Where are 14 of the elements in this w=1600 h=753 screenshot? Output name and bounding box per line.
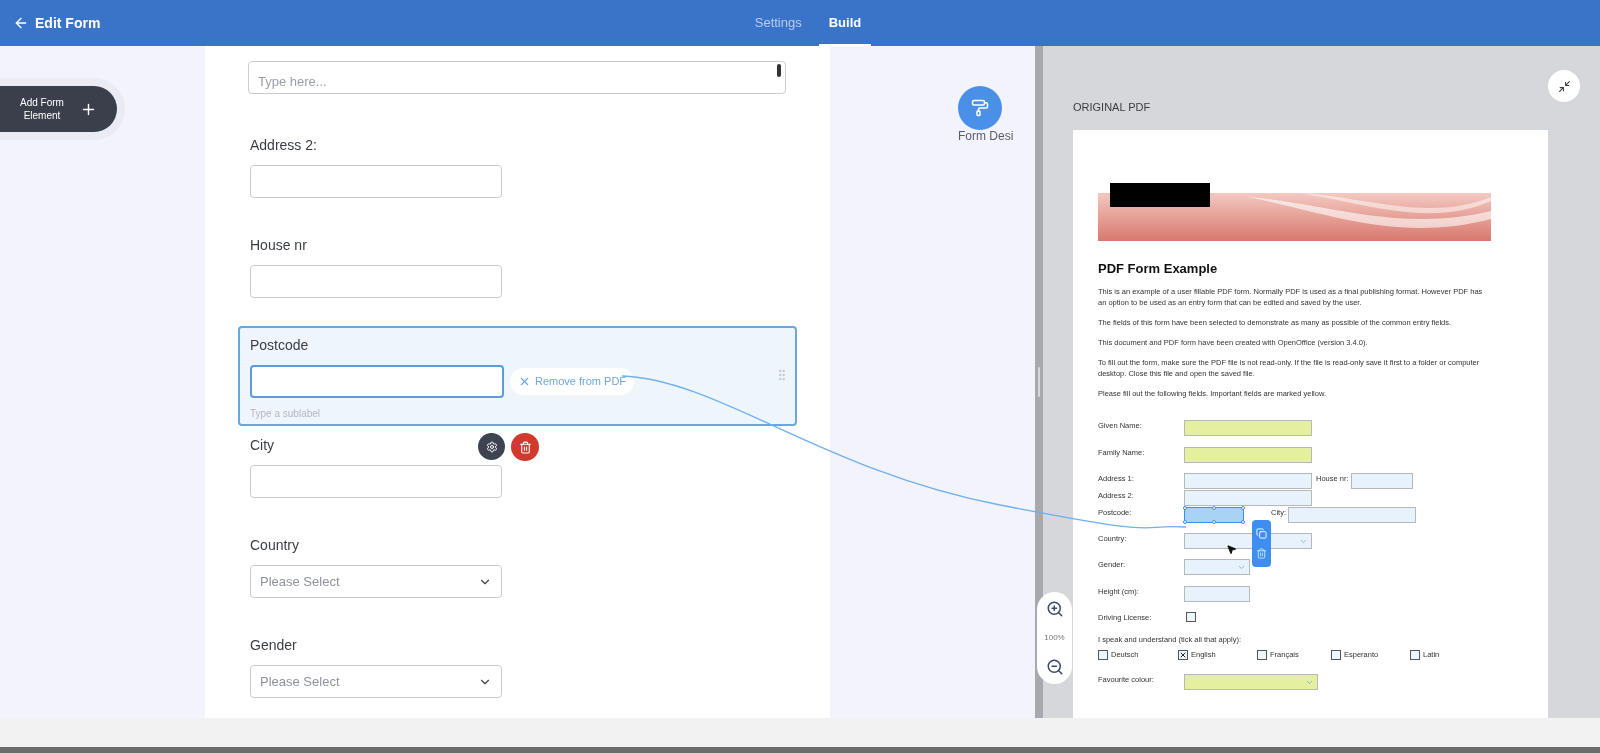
field-label: Postcode	[250, 336, 309, 355]
add-form-element-button[interactable]: Add Form Element	[0, 86, 117, 132]
field-label: City	[250, 436, 275, 455]
sublabel-placeholder: Type a sublabel	[250, 407, 322, 421]
placeholder-text: Type here...	[258, 74, 327, 89]
document-heading: PDF Form Example	[1098, 261, 1219, 277]
form-designer-label: Form Desi	[958, 128, 1014, 145]
zoom-level: 100%	[1044, 632, 1065, 644]
back-button[interactable]: Edit Form	[13, 12, 101, 34]
panel-title: ORIGINAL PDF	[1073, 100, 1152, 114]
field-label: Gender	[250, 636, 297, 655]
field-label: Address 2:	[250, 136, 317, 155]
field-label: Country	[250, 536, 300, 555]
field-label: House nr	[250, 236, 307, 255]
